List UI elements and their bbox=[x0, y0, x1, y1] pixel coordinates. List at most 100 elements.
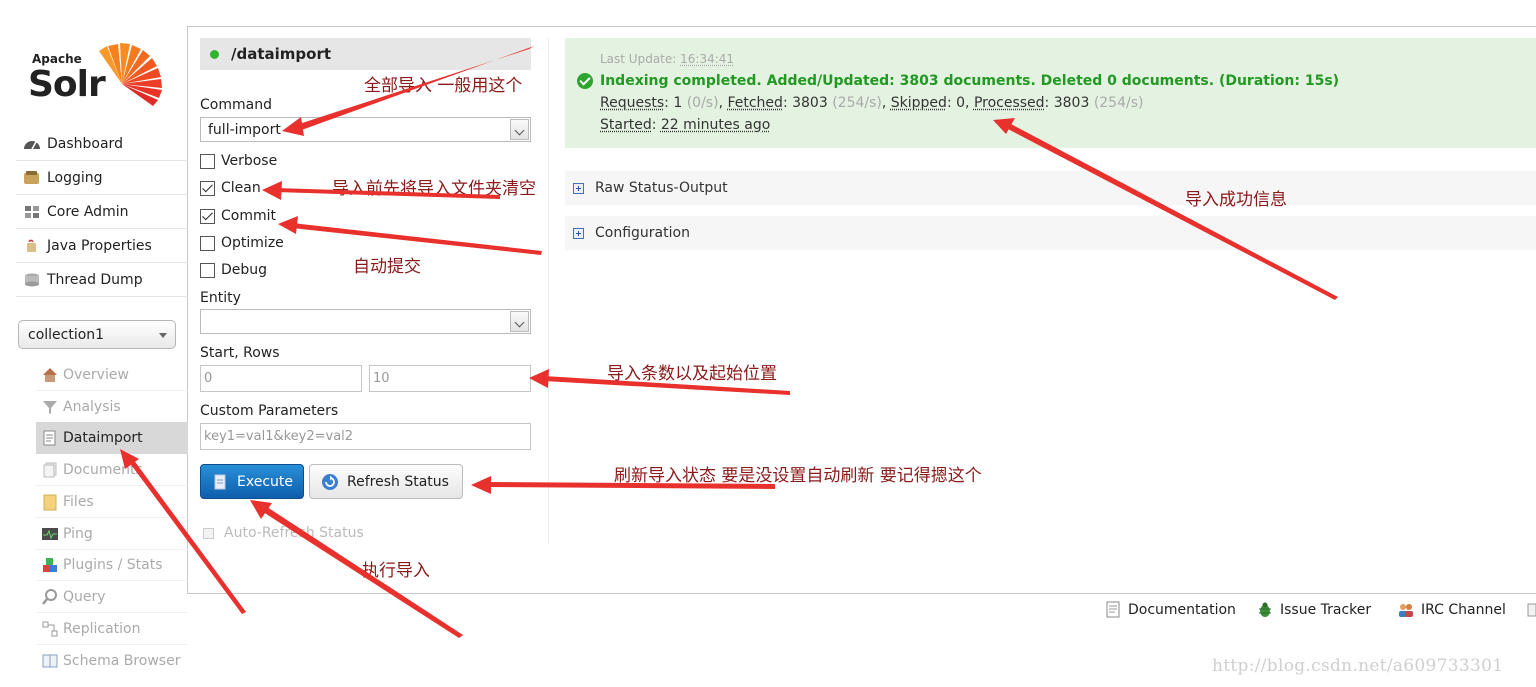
nav-thread-dump-label: Thread Dump bbox=[47, 271, 143, 288]
java-icon bbox=[22, 238, 42, 254]
arrow-to-commit-icon bbox=[292, 223, 542, 255]
auto-refresh-checkbox[interactable] bbox=[203, 527, 214, 539]
core-admin-icon bbox=[22, 204, 42, 220]
execute-button-label: Execute bbox=[237, 473, 293, 490]
nav-java-properties[interactable]: Java Properties bbox=[16, 229, 188, 263]
requests-label: Requests bbox=[600, 95, 665, 111]
nav-dashboard[interactable]: Dashboard bbox=[16, 127, 188, 161]
core-menu-plugins-stats-label: Plugins / Stats bbox=[63, 556, 163, 573]
people-icon bbox=[1398, 601, 1414, 618]
logging-icon bbox=[22, 170, 42, 186]
plugins-icon bbox=[41, 556, 59, 574]
chevron-down-icon bbox=[159, 333, 167, 338]
core-selector[interactable]: collection1 bbox=[18, 320, 176, 349]
configuration-label: Configuration bbox=[595, 225, 690, 241]
annotation-commit: 自动提交 bbox=[353, 257, 421, 277]
footer-documentation-link[interactable]: Documentation bbox=[1105, 601, 1236, 618]
core-menu-documents-label: Documents bbox=[63, 461, 143, 478]
dashboard-icon bbox=[22, 136, 42, 152]
annotation-start-rows: 导入条数以及起始位置 bbox=[607, 364, 777, 384]
core-menu-files[interactable]: Files bbox=[36, 486, 188, 518]
rows-input[interactable]: 10 bbox=[369, 365, 531, 392]
processed-rate: (254/s) bbox=[1093, 95, 1144, 111]
option-verbose[interactable]: Verbose bbox=[200, 151, 277, 171]
home-icon bbox=[41, 366, 59, 384]
status-message: Indexing completed. Added/Updated: 3803 … bbox=[577, 73, 1339, 89]
verbose-checkbox[interactable] bbox=[200, 153, 215, 169]
nav-logging[interactable]: Logging bbox=[16, 161, 188, 195]
core-menu-analysis-label: Analysis bbox=[63, 398, 121, 415]
last-update: Last Update: 16:34:41 bbox=[600, 52, 734, 66]
command-select[interactable]: full-import bbox=[200, 117, 531, 142]
success-check-icon bbox=[577, 73, 593, 89]
annotation-execute: 执行导入 bbox=[362, 561, 430, 581]
refresh-icon bbox=[321, 473, 339, 491]
chevron-down-icon bbox=[510, 119, 529, 140]
core-menu-replication[interactable]: Replication bbox=[36, 613, 188, 645]
processed-value: 3803 bbox=[1053, 95, 1090, 111]
start-input[interactable]: 0 bbox=[200, 365, 362, 392]
bug-icon bbox=[1257, 601, 1273, 618]
commit-checkbox[interactable] bbox=[200, 208, 215, 224]
custom-params-input[interactable]: key1=val1&key2=val2 bbox=[200, 423, 531, 450]
magnifier-icon bbox=[41, 588, 59, 606]
core-menu-replication-label: Replication bbox=[63, 620, 141, 637]
ping-icon bbox=[41, 525, 59, 543]
nav-core-admin[interactable]: Core Admin bbox=[16, 195, 188, 229]
core-menu-dataimport-label: Dataimport bbox=[63, 430, 143, 446]
core-selector-value: collection1 bbox=[28, 326, 105, 343]
footer-irc-channel-link[interactable]: IRC Channel bbox=[1398, 601, 1506, 618]
footer-divider bbox=[188, 593, 1536, 594]
start-input-placeholder: 0 bbox=[204, 371, 213, 386]
commit-label: Commit bbox=[221, 208, 276, 224]
entity-select[interactable] bbox=[200, 309, 531, 334]
fetched-value: 3803 bbox=[792, 95, 828, 111]
core-menu-dataimport[interactable]: Dataimport bbox=[36, 422, 188, 454]
core-menu-analysis[interactable]: Analysis bbox=[36, 391, 188, 423]
refresh-status-button[interactable]: Refresh Status bbox=[309, 464, 463, 499]
execute-button[interactable]: Execute bbox=[200, 464, 304, 499]
option-clean[interactable]: Clean bbox=[200, 178, 261, 198]
nav-thread-dump[interactable]: Thread Dump bbox=[16, 263, 188, 297]
core-menu-files-label: Files bbox=[63, 493, 94, 510]
top-divider bbox=[188, 26, 1536, 27]
footer-irc-channel-label: IRC Channel bbox=[1421, 601, 1506, 618]
nav-logging-label: Logging bbox=[47, 169, 103, 186]
auto-refresh-option[interactable]: Auto-Refresh Status bbox=[203, 525, 364, 541]
clean-checkbox[interactable] bbox=[200, 180, 215, 196]
footer-documentation-label: Documentation bbox=[1128, 601, 1236, 618]
documents-icon bbox=[41, 461, 59, 479]
replication-icon bbox=[41, 620, 59, 638]
debug-checkbox[interactable] bbox=[200, 262, 215, 278]
core-menu-ping[interactable]: Ping bbox=[36, 518, 188, 550]
expand-plus-icon bbox=[573, 182, 584, 194]
fetched-label: Fetched bbox=[727, 95, 783, 111]
core-menu-plugins-stats[interactable]: Plugins / Stats bbox=[36, 549, 188, 581]
core-menu-overview[interactable]: Overview bbox=[36, 359, 188, 391]
configuration-toggle[interactable]: Configuration bbox=[565, 216, 1536, 250]
optimize-checkbox[interactable] bbox=[200, 235, 215, 251]
expand-plus-icon bbox=[573, 227, 584, 239]
optimize-label: Optimize bbox=[221, 235, 284, 251]
core-menu-schema-browser[interactable]: Schema Browser bbox=[36, 645, 188, 677]
footer-issue-tracker-link[interactable]: Issue Tracker bbox=[1257, 601, 1371, 618]
dataimport-handler-header[interactable]: /dataimport bbox=[200, 38, 531, 70]
solr-logo[interactable]: Apache Solr bbox=[28, 34, 168, 108]
option-commit[interactable]: Commit bbox=[200, 206, 276, 226]
fetched-rate: (254/s) bbox=[832, 95, 882, 111]
watermark: http://blog.csdn.net/a609733301 bbox=[1212, 656, 1504, 676]
status-message-text: Indexing completed. Added/Updated: 3803 … bbox=[600, 73, 1340, 89]
files-icon bbox=[41, 493, 59, 511]
raw-status-output-toggle[interactable]: Raw Status-Output bbox=[565, 171, 1536, 205]
start-rows-label: Start, Rows bbox=[200, 345, 280, 361]
refresh-status-label: Refresh Status bbox=[347, 473, 449, 490]
option-debug[interactable]: Debug bbox=[200, 260, 267, 280]
clean-label: Clean bbox=[221, 180, 261, 196]
footer-more-link[interactable] bbox=[1527, 601, 1536, 618]
core-menu-query[interactable]: Query bbox=[36, 581, 188, 613]
footer-issue-tracker-label: Issue Tracker bbox=[1280, 601, 1372, 618]
option-optimize[interactable]: Optimize bbox=[200, 233, 284, 253]
core-menu-documents[interactable]: Documents bbox=[36, 454, 188, 486]
core-menu-ping-label: Ping bbox=[63, 525, 93, 542]
custom-params-placeholder: key1=val1&key2=val2 bbox=[204, 429, 354, 444]
